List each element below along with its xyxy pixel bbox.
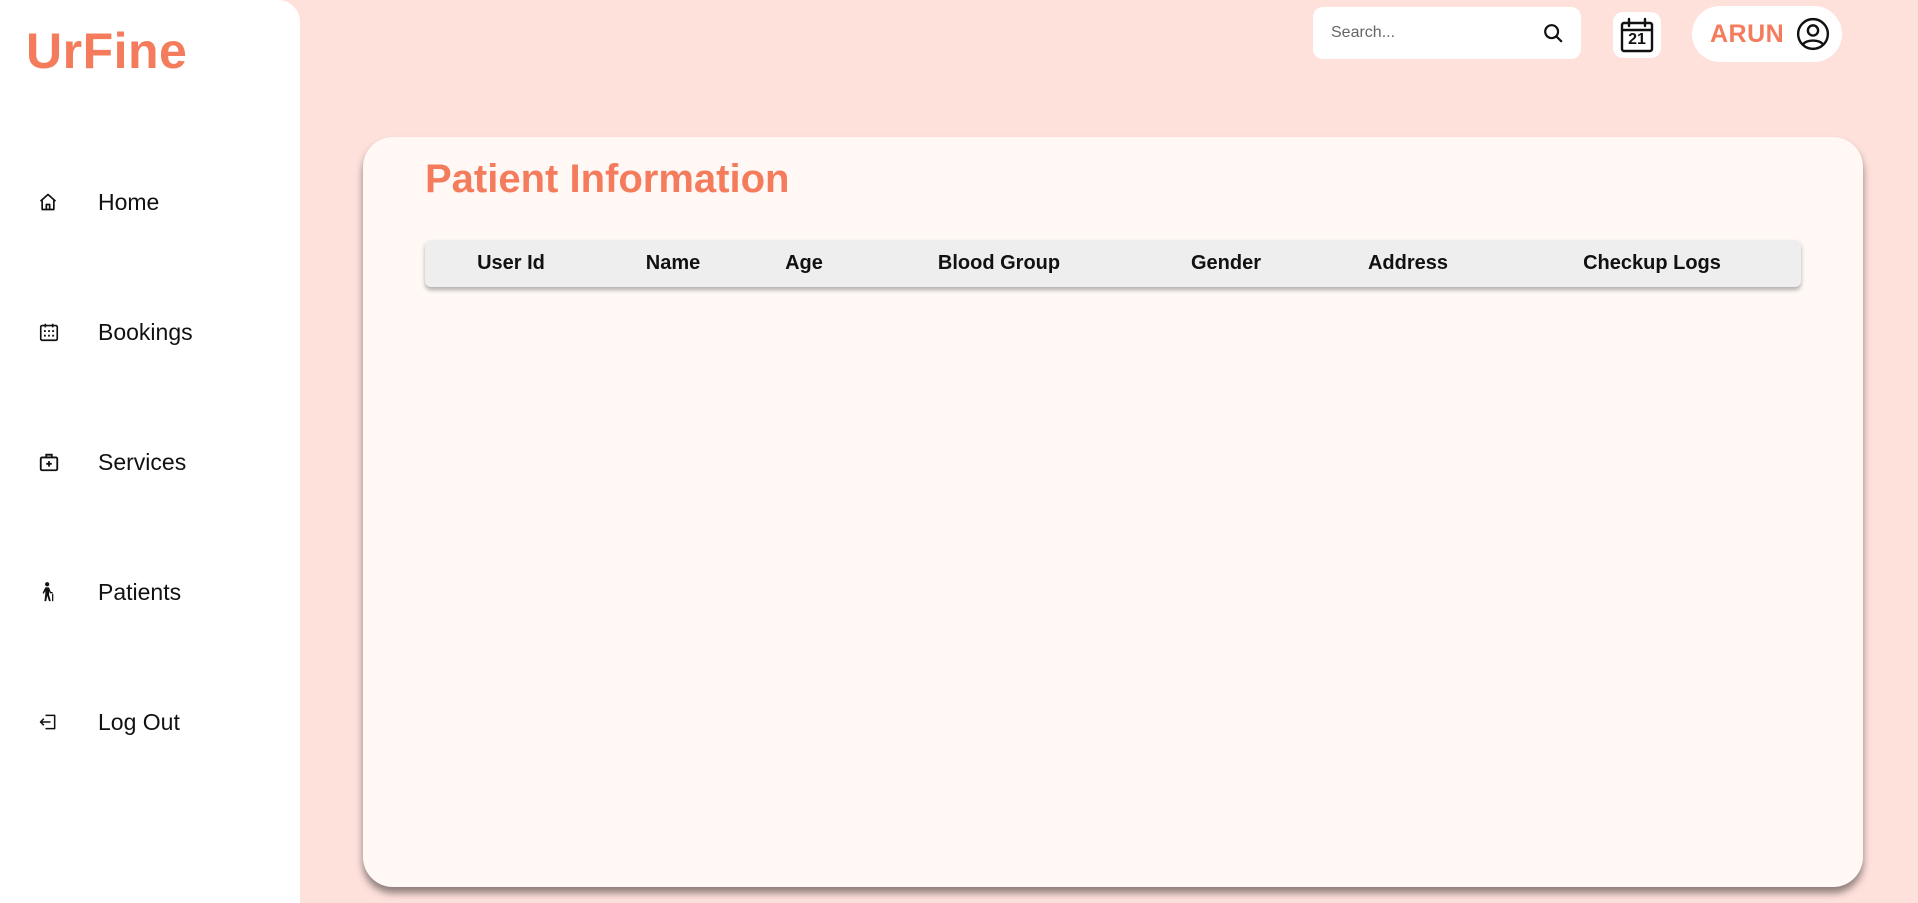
user-menu[interactable]: ARUN (1692, 6, 1842, 62)
calendar-button[interactable]: 21 (1613, 12, 1661, 58)
sidebar-item-label: Log Out (98, 708, 180, 735)
column-header-user-id[interactable]: User Id (477, 240, 545, 287)
home-icon (38, 190, 72, 214)
sidebar-item-patients[interactable]: Patients (38, 572, 181, 612)
sidebar-item-label: Bookings (98, 318, 193, 345)
sidebar-item-services[interactable]: Services (38, 442, 186, 482)
sidebar-item-label: Patients (98, 578, 182, 605)
patient-info-card: Patient Information User Id Name Age Blo… (363, 137, 1863, 887)
column-header-checkup-logs[interactable]: Checkup Logs (1583, 240, 1721, 287)
calendar-grid-icon (38, 320, 72, 344)
calendar-icon: 21 (1620, 17, 1654, 53)
search-bar (1313, 7, 1581, 59)
page-title: Patient Information (425, 157, 790, 201)
sidebar-item-home[interactable]: Home (38, 182, 159, 222)
table-header: User Id Name Age Blood Group Gender Addr… (425, 240, 1801, 287)
column-header-blood-group[interactable]: Blood Group (938, 240, 1060, 287)
app-logo[interactable]: UrFine (26, 22, 187, 80)
medical-bag-icon (38, 450, 72, 474)
sidebar-item-logout[interactable]: Log Out (38, 702, 180, 742)
elderly-person-icon (38, 580, 72, 604)
sidebar-item-label: Home (98, 188, 160, 215)
logout-icon (38, 710, 72, 734)
user-name: ARUN (1710, 19, 1785, 48)
column-header-gender[interactable]: Gender (1191, 240, 1261, 287)
column-header-name[interactable]: Name (646, 240, 700, 287)
sidebar-item-label: Services (98, 448, 187, 475)
search-icon[interactable] (1539, 19, 1567, 47)
sidebar: UrFine Home Bookings Services Patients L… (0, 0, 300, 903)
user-circle-icon (1796, 17, 1830, 51)
calendar-day-number: 21 (1628, 31, 1646, 48)
sidebar-item-bookings[interactable]: Bookings (38, 312, 193, 352)
column-header-address[interactable]: Address (1368, 240, 1448, 287)
search-input[interactable] (1331, 24, 1539, 42)
column-header-age[interactable]: Age (785, 240, 823, 287)
